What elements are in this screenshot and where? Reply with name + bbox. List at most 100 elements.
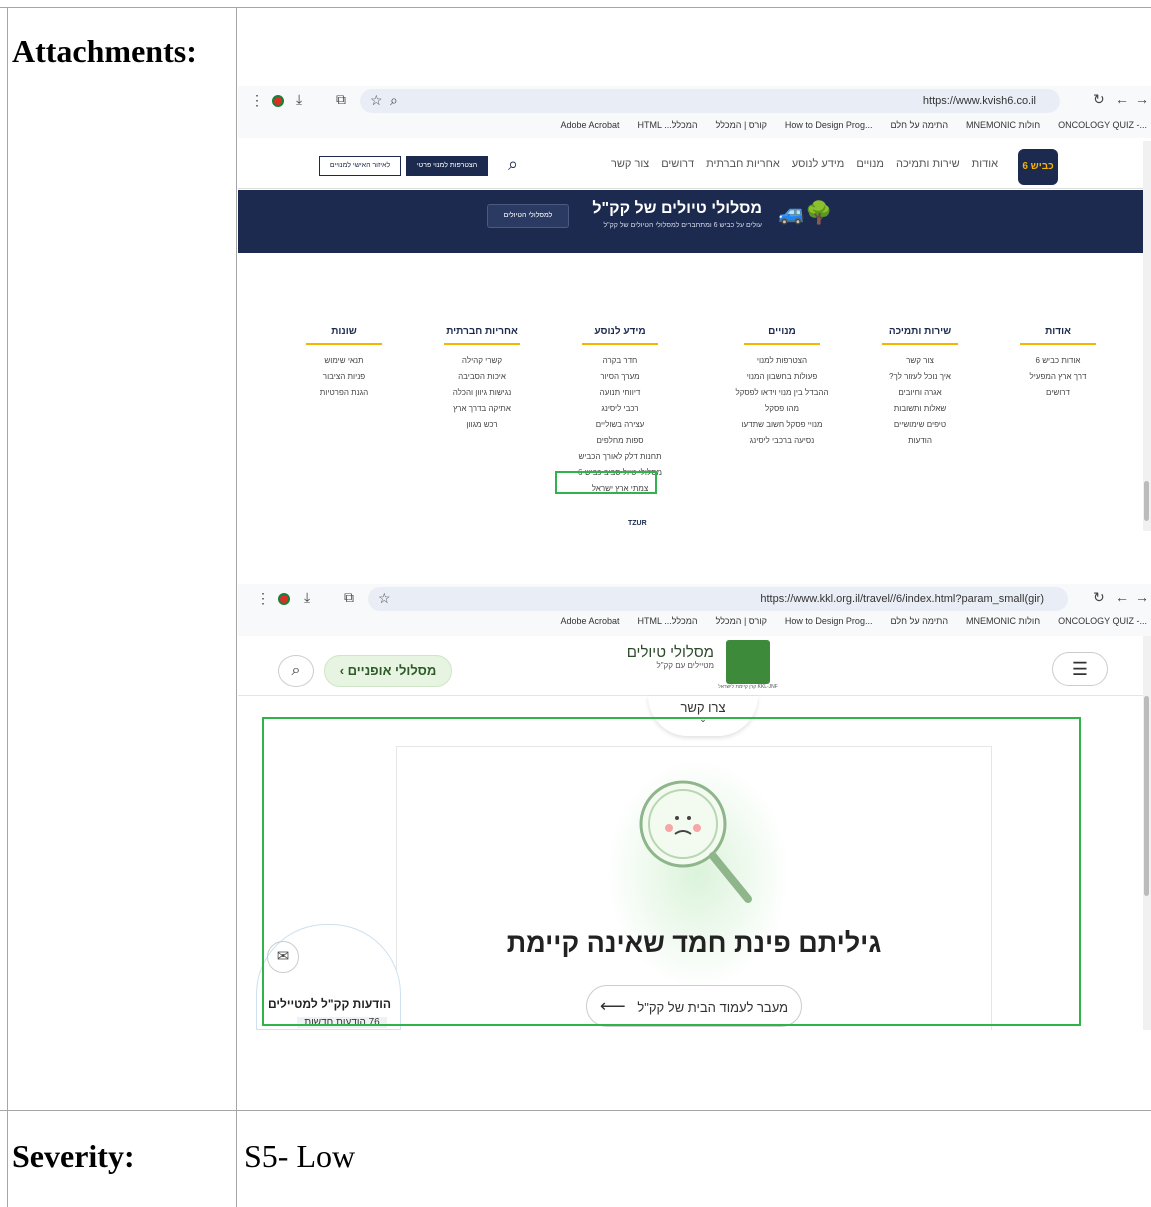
- forward-icon[interactable]: →: [1135, 91, 1149, 107]
- extension-icon[interactable]: ⧉: [336, 91, 346, 108]
- footer-link[interactable]: ספות מחלפים: [570, 433, 670, 449]
- download-icon[interactable]: ⤓: [296, 91, 302, 108]
- table-column-divider: [236, 7, 237, 1207]
- footer-link[interactable]: אודות כביש 6: [1008, 353, 1108, 369]
- logo-caption: קרן קיימת לישראל KKL-JNF: [718, 684, 778, 690]
- bookmark-item[interactable]: ONCOLOGY QUIZ -...: [1058, 616, 1147, 626]
- footer-link[interactable]: דרושים: [1008, 385, 1108, 401]
- footer-link[interactable]: תנאי שימוש: [294, 353, 394, 369]
- footer-link[interactable]: הודעות: [870, 433, 970, 449]
- bookmark-item[interactable]: How to Design Prog...: [785, 120, 873, 130]
- footer-col-underline: [306, 343, 382, 345]
- footer-link[interactable]: נסיעה ברכבי ליסינג: [732, 433, 832, 449]
- forward-icon[interactable]: →: [1135, 589, 1149, 605]
- footer-link[interactable]: הגנת הפרטיות: [294, 385, 394, 401]
- bookmark-item[interactable]: התימה על חלם: [890, 616, 948, 626]
- bookmark-item[interactable]: MNEMONIC חולות: [966, 120, 1040, 130]
- bookmark-item[interactable]: MNEMONIC חולות: [966, 616, 1040, 626]
- footer-link[interactable]: פעולות בחשבון המנוי: [732, 369, 832, 385]
- scrollbar-track[interactable]: [1143, 636, 1151, 1030]
- footer-link[interactable]: שאלות ותשובות: [870, 401, 970, 417]
- footer-link[interactable]: אתיקה בדרך ארץ: [432, 401, 532, 417]
- search-icon[interactable]: ⌕: [278, 655, 314, 687]
- scrollbar-thumb[interactable]: [1144, 696, 1149, 896]
- bookmark-item[interactable]: קורס | המכלל: [716, 120, 767, 130]
- menu-dots-icon[interactable]: ⋮: [256, 590, 270, 607]
- register-button[interactable]: הצטרפות למנוי פרטי: [406, 156, 488, 176]
- table-border-left: [7, 7, 8, 1207]
- footer-link[interactable]: הצטרפות למנוי: [732, 353, 832, 369]
- footer-col-title: אודות: [1045, 326, 1071, 337]
- download-icon[interactable]: ⤓: [304, 589, 310, 606]
- hamburger-menu-icon[interactable]: ☰: [1052, 652, 1108, 686]
- bookmarks-bar: Adobe Acrobat HTML ...המכלל קורס | המכלל…: [560, 616, 1147, 626]
- footer-link[interactable]: ההבדל בין מנוי וידאו לפסקל: [732, 385, 832, 401]
- menu-dots-icon[interactable]: ⋮: [250, 92, 264, 109]
- bookmark-item[interactable]: HTML ...המכלל: [638, 616, 698, 626]
- footer-link[interactable]: תחנות דלק לאורך הכביש: [570, 449, 670, 465]
- main-nav: אודות שירות ותמיכה מנויים מידע לנוסע אחר…: [608, 158, 998, 170]
- scrollbar-track[interactable]: [1143, 141, 1151, 531]
- footer-link[interactable]: מערך הסיור: [570, 369, 670, 385]
- screenshot-kvish6: ⋮ ⤓ ⧉ ☆ ⌕ https://www.kvish6.co.il ↻ ← →…: [238, 86, 1151, 536]
- footer-link[interactable]: נגישות גיוון והכלה: [432, 385, 532, 401]
- scrollbar-thumb[interactable]: [1144, 481, 1149, 521]
- bike-routes-button[interactable]: מסלולי אופניים ›: [324, 655, 452, 687]
- footer-link[interactable]: טיפים שימושיים: [870, 417, 970, 433]
- nav-item[interactable]: דרושים: [661, 158, 694, 170]
- footer-link[interactable]: איך נוכל לעזור לך?: [870, 369, 970, 385]
- bookmark-item[interactable]: ONCOLOGY QUIZ -...: [1058, 120, 1147, 130]
- footer-link[interactable]: חדר בקרה: [570, 353, 670, 369]
- star-icon[interactable]: ☆: [378, 590, 391, 607]
- footer-col-title: שירות ותמיכה: [888, 326, 952, 337]
- address-bar[interactable]: ☆ https://www.kkl.org.il/travel//6/index…: [368, 587, 1068, 611]
- footer-link[interactable]: מהו פסקל: [732, 401, 832, 417]
- footer-link[interactable]: מנויי פסקל חשוב שתדעו: [732, 417, 832, 433]
- nav-item[interactable]: אודות: [972, 158, 998, 170]
- footer-link[interactable]: רכבי ליסינג: [570, 401, 670, 417]
- reload-icon[interactable]: ↻: [1093, 91, 1105, 108]
- nav-item[interactable]: אחריות חברתית: [706, 158, 780, 170]
- nav-item[interactable]: צור קשר: [611, 158, 649, 170]
- kkl-logo[interactable]: [726, 640, 770, 684]
- extension-icon[interactable]: ⧉: [344, 589, 354, 606]
- footer-link[interactable]: אגרה וחיובים: [870, 385, 970, 401]
- footer-link[interactable]: עצירה בשוליים: [570, 417, 670, 433]
- table-row-divider: [0, 1110, 1151, 1111]
- highlight-error-area: [262, 717, 1081, 1026]
- personal-area-button[interactable]: לאיזור האישי למנויים: [319, 156, 401, 176]
- attachments-label: Attachments:: [12, 33, 197, 69]
- nav-item[interactable]: שירות ותמיכה: [896, 158, 960, 170]
- bookmark-item[interactable]: קורס | המכלל: [716, 616, 767, 626]
- kvish6-logo[interactable]: כביש 6: [1018, 149, 1058, 185]
- footer-col-subscribers: מנויים הצטרפות למנוי פעולות בחשבון המנוי…: [732, 326, 832, 449]
- star-icon[interactable]: ☆: [370, 92, 383, 109]
- record-icon[interactable]: [272, 95, 284, 107]
- site-subtitle: מטיילים עם קק"ל: [656, 661, 715, 670]
- nav-item[interactable]: מנויים: [856, 158, 884, 170]
- footer-col-underline: [444, 343, 520, 345]
- site-search-icon[interactable]: ⌕: [508, 154, 518, 175]
- footer-link[interactable]: קשרי קהילה: [432, 353, 532, 369]
- back-icon[interactable]: ←: [1115, 91, 1129, 107]
- back-icon[interactable]: ←: [1115, 589, 1129, 605]
- bookmark-item[interactable]: Adobe Acrobat: [560, 616, 619, 626]
- footer-col-underline: [1020, 343, 1096, 345]
- footer-link[interactable]: דרך ארץ המפעיל: [1008, 369, 1108, 385]
- site-title: מסלולי טיולים: [626, 644, 714, 661]
- footer-link[interactable]: צור קשר: [870, 353, 970, 369]
- record-icon[interactable]: [278, 593, 290, 605]
- footer-link[interactable]: רכש מגוון: [432, 417, 532, 433]
- bookmark-item[interactable]: HTML ...המכלל: [638, 120, 698, 130]
- footer-link[interactable]: פניות הציבור: [294, 369, 394, 385]
- reload-icon[interactable]: ↻: [1093, 589, 1105, 606]
- bookmark-item[interactable]: How to Design Prog...: [785, 616, 873, 626]
- bookmark-item[interactable]: Adobe Acrobat: [560, 120, 619, 130]
- footer-link[interactable]: איכות הסביבה: [432, 369, 532, 385]
- severity-label: Severity:: [12, 1138, 135, 1174]
- nav-item[interactable]: מידע לנוסע: [792, 158, 845, 170]
- routes-button[interactable]: למסלולי הטיולים: [487, 204, 569, 228]
- bookmark-item[interactable]: התימה על חלם: [890, 120, 948, 130]
- footer-link[interactable]: דיווחי תנועה: [570, 385, 670, 401]
- address-bar[interactable]: ☆ ⌕ https://www.kvish6.co.il: [360, 89, 1060, 113]
